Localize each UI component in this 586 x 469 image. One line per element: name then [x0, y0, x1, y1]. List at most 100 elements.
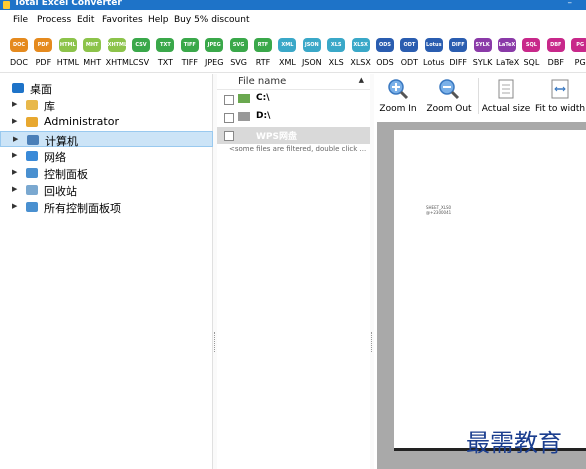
zoom-out-button[interactable]: Zoom Out: [424, 78, 474, 118]
format-xml-button[interactable]: XML XML: [276, 38, 298, 70]
format-sylk-button[interactable]: SYLK SYLK: [472, 38, 494, 70]
drive-icon: [238, 112, 250, 121]
format-pg-icon: PG: [571, 38, 586, 52]
format-label: CSV: [132, 58, 150, 67]
format-rtf-button[interactable]: RTF RTF: [252, 38, 274, 70]
format-label: PG: [574, 58, 586, 67]
expand-arrow-icon[interactable]: ▶: [12, 202, 17, 210]
format-label: RTF: [255, 58, 271, 67]
tree-item-label: 网络: [44, 151, 66, 164]
expand-arrow-icon[interactable]: ▶: [12, 185, 17, 193]
expand-arrow-icon[interactable]: ▶: [12, 151, 17, 159]
expand-arrow-icon[interactable]: ▶: [13, 135, 18, 143]
drive-c-icon: [238, 94, 250, 103]
file-checkbox[interactable]: [224, 113, 234, 123]
format-xhtml-icon: XHTML: [107, 38, 126, 52]
format-html-icon: HTML: [58, 38, 77, 52]
tree-item-label: 计算机: [45, 135, 78, 148]
expand-arrow-icon[interactable]: ▶: [12, 117, 17, 125]
format-odt-button[interactable]: ODT ODT: [398, 38, 420, 70]
format-sql-button[interactable]: SQL SQL: [520, 38, 542, 70]
menu-file[interactable]: File: [13, 15, 28, 25]
format-xhtml-button[interactable]: XHTML XHTML: [106, 38, 133, 70]
actual-size-icon: [498, 79, 514, 99]
format-lotus-icon: Lotus: [424, 38, 443, 52]
expand-arrow-icon[interactable]: ▶: [12, 100, 17, 108]
format-pg-button[interactable]: PG PG: [569, 38, 586, 70]
user-folder-icon: [26, 117, 38, 127]
format-diff-button[interactable]: DIFF DIFF: [447, 38, 469, 70]
format-toolbar: DOC DOC PDF PDF HTML HTML MHT MHT XHTML XHTML CSV C…: [0, 31, 586, 73]
file-name-column-header[interactable]: File name ▲: [217, 74, 370, 90]
format-csv-button[interactable]: CSV CSV: [130, 38, 152, 70]
tree-item[interactable]: ▶ Administrator: [0, 114, 213, 130]
menu-edit[interactable]: Edit: [77, 15, 94, 25]
expand-arrow-icon[interactable]: ▶: [12, 168, 17, 176]
file-row[interactable]: C:\: [217, 91, 370, 108]
format-tiff-icon: TIFF: [180, 38, 199, 52]
menu-process[interactable]: Process: [37, 15, 71, 25]
tree-item[interactable]: ▶ 库: [0, 97, 213, 113]
tree-item[interactable]: ▶ 网络: [0, 148, 213, 164]
format-label: TXT: [157, 58, 173, 67]
preview-panel: Zoom In Zoom Out Actual size Fit to widt…: [374, 74, 586, 469]
file-checkbox[interactable]: [224, 131, 234, 141]
control-panel-icon: [26, 202, 38, 212]
menu-favorites[interactable]: Favorites: [102, 15, 143, 25]
format-csv-icon: CSV: [132, 38, 150, 52]
library-icon: [26, 100, 38, 110]
document-viewer[interactable]: SHEET_XLS0 @+2300041: [377, 122, 586, 469]
tree-item[interactable]: ▶ 计算机: [0, 131, 213, 148]
format-ods-button[interactable]: ODS ODS: [374, 38, 396, 70]
format-label: DIFF: [449, 58, 468, 67]
file-name-label: C:\: [256, 93, 270, 103]
format-lotus-button[interactable]: Lotus Lotus: [423, 38, 445, 70]
format-tiff-button[interactable]: TIFF TIFF: [179, 38, 201, 70]
format-pdf-button[interactable]: PDF PDF: [32, 38, 54, 70]
menu-help[interactable]: Help: [148, 15, 169, 25]
fit-to-width-icon: [551, 79, 569, 99]
format-jpeg-button[interactable]: JPEG JPEG: [203, 38, 225, 70]
sort-ascending-icon: ▲: [358, 76, 364, 84]
tree-item[interactable]: ▶ 回收站: [0, 182, 213, 198]
format-dbf-button[interactable]: DBF DBF: [545, 38, 567, 70]
folder-tree[interactable]: 桌面 ▶ 库 ▶ Administrator ▶ 计算机 ▶ 网络 ▶ 控制面板 ▶ 回收站 ▶ 所有控制面…: [0, 74, 213, 469]
window-title: Total Excel Converter: [14, 0, 122, 8]
format-html-button[interactable]: HTML HTML: [57, 38, 79, 70]
actual-size-button[interactable]: Actual size: [481, 78, 531, 118]
preview-page: SHEET_XLS0 @+2300041: [394, 130, 586, 448]
format-xlsx-button[interactable]: XLSX XLSX: [350, 38, 372, 70]
format-latex-icon: LaTeX: [498, 38, 516, 52]
menu-buy-discount[interactable]: Buy 5% discount: [174, 15, 250, 25]
format-mht-icon: MHT: [83, 38, 102, 52]
file-list: File name ▲ C:\ D:\ WPS网盘 <some files are …: [217, 74, 370, 469]
format-diff-icon: DIFF: [449, 38, 468, 52]
fit-to-width-button[interactable]: Fit to width: [534, 78, 586, 118]
file-row[interactable]: WPS网盘: [217, 127, 370, 144]
format-label: SQL: [523, 58, 540, 67]
format-label: DOC: [9, 58, 29, 67]
format-mht-button[interactable]: MHT MHT: [81, 38, 103, 70]
format-json-button[interactable]: JSON JSON: [301, 38, 323, 70]
actual-size-label: Actual size: [481, 104, 531, 114]
format-odt-icon: ODT: [400, 38, 419, 52]
zoom-in-button[interactable]: Zoom In: [378, 78, 418, 118]
format-label: SVG: [230, 58, 247, 67]
filtered-files-note[interactable]: <some files are filtered, double click .…: [229, 145, 366, 153]
page-text-line: @+2300041: [426, 210, 452, 215]
tree-item[interactable]: 桌面: [0, 80, 213, 96]
file-row[interactable]: D:\: [217, 109, 370, 126]
file-checkbox[interactable]: [224, 95, 234, 105]
format-doc-button[interactable]: DOC DOC: [8, 38, 30, 70]
format-xls-button[interactable]: XLS XLS: [325, 38, 347, 70]
format-latex-button[interactable]: LaTeX LaTeX: [496, 38, 519, 70]
tree-item[interactable]: ▶ 所有控制面板项: [0, 199, 213, 215]
format-dbf-icon: DBF: [546, 38, 565, 52]
format-xls-icon: XLS: [327, 38, 346, 52]
format-txt-button[interactable]: TXT TXT: [154, 38, 176, 70]
tree-item[interactable]: ▶ 控制面板: [0, 165, 213, 181]
fit-to-width-label: Fit to width: [534, 104, 586, 114]
minimize-button[interactable]: –: [568, 0, 573, 8]
format-svg-button[interactable]: SVG SVG: [228, 38, 250, 70]
format-label: JPEG: [204, 58, 224, 67]
